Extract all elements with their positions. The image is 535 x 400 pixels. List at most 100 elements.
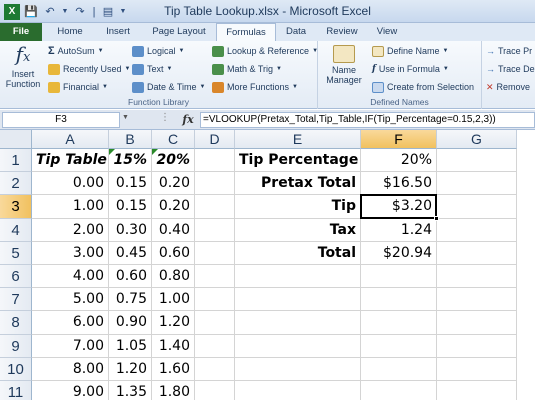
- cell-c5[interactable]: 0.60: [152, 241, 195, 265]
- row-header-10[interactable]: 10: [0, 357, 32, 381]
- name-box-dropdown-icon[interactable]: ▼: [122, 114, 129, 121]
- cell-e11[interactable]: [235, 381, 361, 400]
- cell-a2[interactable]: 0.00: [32, 172, 109, 196]
- cell-f7[interactable]: [361, 288, 437, 312]
- tab-formulas[interactable]: Formulas: [216, 23, 276, 41]
- column-header-d[interactable]: D: [195, 130, 235, 149]
- cell-f8[interactable]: [361, 311, 437, 335]
- row-header-4[interactable]: 4: [0, 218, 32, 242]
- cell-b4[interactable]: 0.30: [109, 218, 152, 242]
- cell-c11[interactable]: 1.80: [152, 381, 195, 400]
- cell-b1[interactable]: 15%: [109, 149, 152, 173]
- insert-function-button[interactable]: fx Insert Function: [3, 43, 43, 89]
- cell-d5[interactable]: [195, 241, 235, 265]
- trace-dependents-button[interactable]: → Trace De: [486, 62, 535, 76]
- trace-precedents-button[interactable]: → Trace Pr: [486, 44, 532, 58]
- insert-function-fx-icon[interactable]: fx: [178, 112, 198, 128]
- cell-d3[interactable]: [195, 195, 235, 219]
- cell-c7[interactable]: 1.00: [152, 288, 195, 312]
- tab-home[interactable]: Home: [50, 23, 90, 41]
- math-trig-button[interactable]: Math & Trig ▼: [212, 62, 282, 76]
- define-name-button[interactable]: Define Name ▼: [372, 44, 448, 58]
- cell-e3[interactable]: Tip: [235, 195, 361, 219]
- row-header-7[interactable]: 7: [0, 288, 32, 312]
- cell-e6[interactable]: [235, 265, 361, 289]
- column-header-c[interactable]: C: [152, 130, 195, 149]
- select-all-corner[interactable]: [0, 130, 32, 149]
- autosum-button[interactable]: Σ AutoSum ▼: [48, 44, 104, 58]
- cell-d8[interactable]: [195, 311, 235, 335]
- cell-e10[interactable]: [235, 357, 361, 381]
- cell-a3[interactable]: 1.00: [32, 195, 109, 219]
- cell-c6[interactable]: 0.80: [152, 265, 195, 289]
- cell-g3[interactable]: [437, 195, 517, 219]
- cell-f9[interactable]: [361, 334, 437, 358]
- cell-c10[interactable]: 1.60: [152, 357, 195, 381]
- column-header-g[interactable]: G: [437, 130, 517, 149]
- row-header-1[interactable]: 1: [0, 149, 32, 173]
- tab-insert[interactable]: Insert: [97, 23, 139, 41]
- date-time-button[interactable]: Date & Time ▼: [132, 80, 205, 94]
- cell-g2[interactable]: [437, 172, 517, 196]
- cell-b9[interactable]: 1.05: [109, 334, 152, 358]
- cell-f11[interactable]: [361, 381, 437, 400]
- cell-d2[interactable]: [195, 172, 235, 196]
- cell-g10[interactable]: [437, 357, 517, 381]
- row-header-3[interactable]: 3: [0, 195, 32, 219]
- name-box[interactable]: F3: [2, 112, 120, 128]
- row-header-6[interactable]: 6: [0, 265, 32, 289]
- row-header-11[interactable]: 11: [0, 381, 32, 400]
- row-header-9[interactable]: 9: [0, 334, 32, 358]
- cell-e9[interactable]: [235, 334, 361, 358]
- text-button[interactable]: Text ▼: [132, 62, 172, 76]
- tab-file[interactable]: File: [0, 23, 42, 41]
- row-header-5[interactable]: 5: [0, 241, 32, 265]
- cell-g6[interactable]: [437, 265, 517, 289]
- cell-a8[interactable]: 6.00: [32, 311, 109, 335]
- cell-g11[interactable]: [437, 381, 517, 400]
- cell-b5[interactable]: 0.45: [109, 241, 152, 265]
- cell-g9[interactable]: [437, 334, 517, 358]
- column-header-a[interactable]: A: [32, 130, 109, 149]
- cell-c9[interactable]: 1.40: [152, 334, 195, 358]
- cell-d6[interactable]: [195, 265, 235, 289]
- cell-e8[interactable]: [235, 311, 361, 335]
- cell-a4[interactable]: 2.00: [32, 218, 109, 242]
- cell-a7[interactable]: 5.00: [32, 288, 109, 312]
- logical-button[interactable]: Logical ▼: [132, 44, 184, 58]
- cell-a11[interactable]: 9.00: [32, 381, 109, 400]
- cell-g4[interactable]: [437, 218, 517, 242]
- cell-c8[interactable]: 1.20: [152, 311, 195, 335]
- cell-b7[interactable]: 0.75: [109, 288, 152, 312]
- cell-f6[interactable]: [361, 265, 437, 289]
- cell-d1[interactable]: [195, 149, 235, 173]
- cell-b11[interactable]: 1.35: [109, 381, 152, 400]
- fill-handle[interactable]: [434, 215, 439, 221]
- cell-e5[interactable]: Total: [235, 241, 361, 265]
- cell-e1[interactable]: Tip Percentage: [235, 149, 361, 173]
- column-header-f[interactable]: F: [361, 130, 437, 149]
- cell-a6[interactable]: 4.00: [32, 265, 109, 289]
- create-from-selection-button[interactable]: Create from Selection: [372, 80, 474, 94]
- use-in-formula-button[interactable]: f Use in Formula ▼: [372, 62, 449, 76]
- cell-g7[interactable]: [437, 288, 517, 312]
- cell-a10[interactable]: 8.00: [32, 357, 109, 381]
- cell-a5[interactable]: 3.00: [32, 241, 109, 265]
- cell-d9[interactable]: [195, 334, 235, 358]
- column-header-e[interactable]: E: [235, 130, 361, 149]
- cell-e4[interactable]: Tax: [235, 218, 361, 242]
- cell-d10[interactable]: [195, 357, 235, 381]
- cell-b3[interactable]: 0.15: [109, 195, 152, 219]
- column-header-b[interactable]: B: [109, 130, 152, 149]
- lookup-reference-button[interactable]: Lookup & Reference ▼: [212, 44, 318, 58]
- cell-f3[interactable]: $3.20: [361, 195, 437, 219]
- cell-b10[interactable]: 1.20: [109, 357, 152, 381]
- tab-page-layout[interactable]: Page Layout: [145, 23, 213, 41]
- cell-d7[interactable]: [195, 288, 235, 312]
- cell-f1[interactable]: 20%: [361, 149, 437, 173]
- cell-a9[interactable]: 7.00: [32, 334, 109, 358]
- cell-b8[interactable]: 0.90: [109, 311, 152, 335]
- cell-b6[interactable]: 0.60: [109, 265, 152, 289]
- cell-a1[interactable]: Tip Table: [32, 149, 109, 173]
- formula-input[interactable]: =VLOOKUP(Pretax_Total,Tip_Table,IF(Tip_P…: [200, 112, 535, 128]
